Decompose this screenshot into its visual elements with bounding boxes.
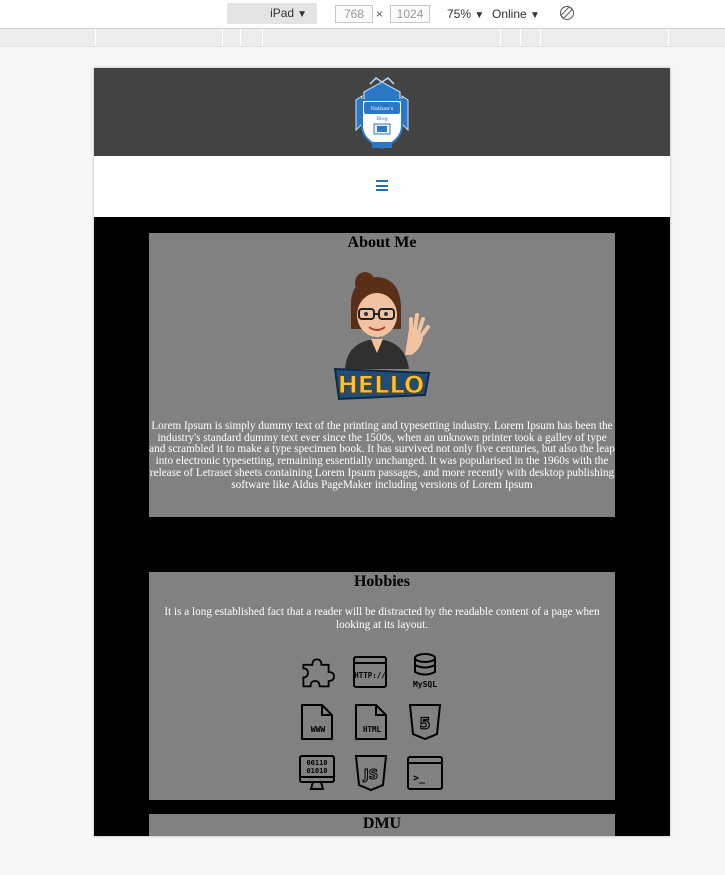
binary-label-top: 00110 [306, 759, 327, 767]
height-input[interactable]: 1024 [390, 5, 430, 23]
about-body-text: Lorem Ipsum is simply dummy text of the … [149, 420, 615, 491]
http-icon: HTTP:// [353, 656, 387, 688]
chevron-down-icon: ▼ [297, 9, 307, 20]
terminal-icon: >_ [407, 756, 443, 790]
network-throttle-selector[interactable]: Online ▼ [492, 7, 540, 21]
navbar [94, 156, 670, 217]
logo-text-bottom: Blog [376, 116, 388, 122]
js-label: JS [363, 768, 378, 783]
network-value: Online [492, 7, 527, 21]
width-input[interactable]: 768 [335, 5, 373, 23]
hobbies-heading: Hobbies [353, 573, 410, 590]
ruler-tick [520, 29, 521, 46]
hobbies-section: Hobbies It is a long established fact th… [149, 572, 615, 800]
html-file-icon: HTML [355, 704, 387, 740]
about-me-section: About Me HELLO Lorem Ipsum is simply dum [149, 233, 615, 517]
media-query-bar[interactable] [0, 29, 725, 47]
zoom-value: 75% [447, 7, 472, 21]
zoom-selector[interactable]: 75% ▼ [447, 7, 484, 21]
device-selector[interactable]: iPad ▼ [227, 3, 317, 24]
dimension-separator: × [376, 7, 384, 21]
ruler-tick [668, 29, 669, 46]
http-label: HTTP:// [354, 671, 386, 680]
hobbies-body-text: It is a long established fact that a rea… [164, 606, 600, 631]
site-header: Nathan's Blog [94, 68, 670, 156]
binary-label-bottom: 01010 [306, 767, 327, 775]
mysql-icon: MySQL [413, 653, 437, 689]
puzzle-icon [302, 658, 335, 688]
www-file-icon: WWW [301, 704, 333, 740]
ruler-tick [240, 29, 241, 46]
dmu-heading: DMU [362, 815, 402, 832]
device-name: iPad [270, 6, 295, 20]
chevron-down-icon: ▼ [474, 10, 485, 21]
mysql-label: MySQL [413, 680, 437, 689]
ruler-tick [262, 29, 263, 46]
hamburger-menu-icon[interactable] [376, 180, 388, 191]
ruler-tick [222, 29, 223, 46]
ruler-tick [500, 29, 501, 46]
avatar-caption: HELLO [338, 371, 425, 399]
emulated-page: Nathan's Blog About Me HELLO Lorem Ipsum… [94, 68, 670, 836]
dmu-section: DMU [149, 814, 615, 836]
chevron-down-icon: ▼ [530, 10, 540, 21]
html5-icon: 5 [408, 704, 442, 741]
rotate-icon[interactable] [560, 6, 574, 20]
html-label: HTML [363, 725, 382, 734]
ruler-tick [540, 29, 541, 46]
ruler-tick [95, 29, 96, 46]
terminal-label: >_ [413, 773, 426, 784]
site-logo[interactable]: Nathan's Blog [350, 74, 414, 154]
logo-text-top: Nathan's [371, 106, 394, 112]
www-label: WWW [311, 725, 326, 734]
avatar-image: HELLO [333, 272, 431, 401]
about-heading: About Me [347, 234, 417, 251]
binary-monitor-icon: 00110 01010 [299, 755, 335, 790]
javascript-icon: JS [354, 755, 388, 792]
devtools-toolbar: iPad ▼ 768 × 1024 75% ▼ Online ▼ [0, 0, 725, 29]
html5-label: 5 [419, 714, 430, 733]
